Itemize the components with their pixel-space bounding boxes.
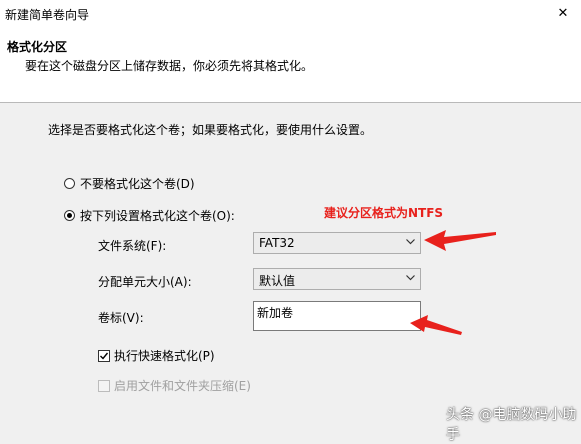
- no-format-option[interactable]: 不要格式化这个卷(D): [64, 175, 195, 192]
- file-system-select[interactable]: FAT32: [253, 232, 421, 254]
- header-divider: [0, 102, 581, 103]
- title-bar: 新建简单卷向导 ✕: [0, 0, 581, 27]
- compression-option[interactable]: 启用文件和文件夹压缩(E): [98, 377, 251, 394]
- close-button[interactable]: ✕: [553, 4, 573, 22]
- allocation-unit-select[interactable]: 默认值: [253, 268, 421, 290]
- allocation-unit-label: 分配单元大小(A):: [98, 275, 192, 289]
- chevron-down-icon: [406, 275, 415, 281]
- volume-label-field[interactable]: [253, 301, 421, 331]
- quick-format-checkbox[interactable]: [98, 349, 110, 362]
- format-radio[interactable]: [64, 210, 75, 221]
- volume-label-input[interactable]: [257, 305, 407, 319]
- compression-checkbox[interactable]: [98, 379, 110, 392]
- wizard-header: 格式化分区 要在这个磁盘分区上储存数据，你必须先将其格式化。: [0, 27, 581, 102]
- file-system-label: 文件系统(F):: [98, 239, 167, 253]
- annotation-arrow-file-system: [424, 230, 496, 251]
- page-title: 格式化分区: [7, 40, 68, 54]
- no-format-radio[interactable]: [64, 178, 75, 189]
- page-subtitle: 要在这个磁盘分区上储存数据，你必须先将其格式化。: [25, 59, 314, 73]
- watermark: 头条 @电脑数码小助手: [446, 407, 577, 443]
- allocation-unit-value: 默认值: [259, 274, 296, 288]
- format-label: 按下列设置格式化这个卷(O):: [80, 209, 235, 223]
- checkmark-icon: [100, 352, 109, 360]
- close-icon: ✕: [557, 5, 569, 21]
- compression-label: 启用文件和文件夹压缩(E): [114, 379, 251, 393]
- annotation-text: 建议分区格式为NTFS: [324, 206, 444, 220]
- instruction-text: 选择是否要格式化这个卷；如果要格式化，要使用什么设置。: [48, 123, 373, 137]
- volume-label-label: 卷标(V):: [98, 311, 144, 325]
- file-system-value: FAT32: [259, 236, 295, 250]
- format-option[interactable]: 按下列设置格式化这个卷(O):: [64, 207, 235, 224]
- no-format-label: 不要格式化这个卷(D): [80, 177, 195, 191]
- window-title: 新建简单卷向导: [5, 8, 90, 22]
- quick-format-label: 执行快速格式化(P): [114, 349, 215, 363]
- chevron-down-icon: [406, 239, 415, 245]
- annotation-arrow-volume-label: [410, 315, 462, 335]
- quick-format-option[interactable]: 执行快速格式化(P): [98, 347, 215, 364]
